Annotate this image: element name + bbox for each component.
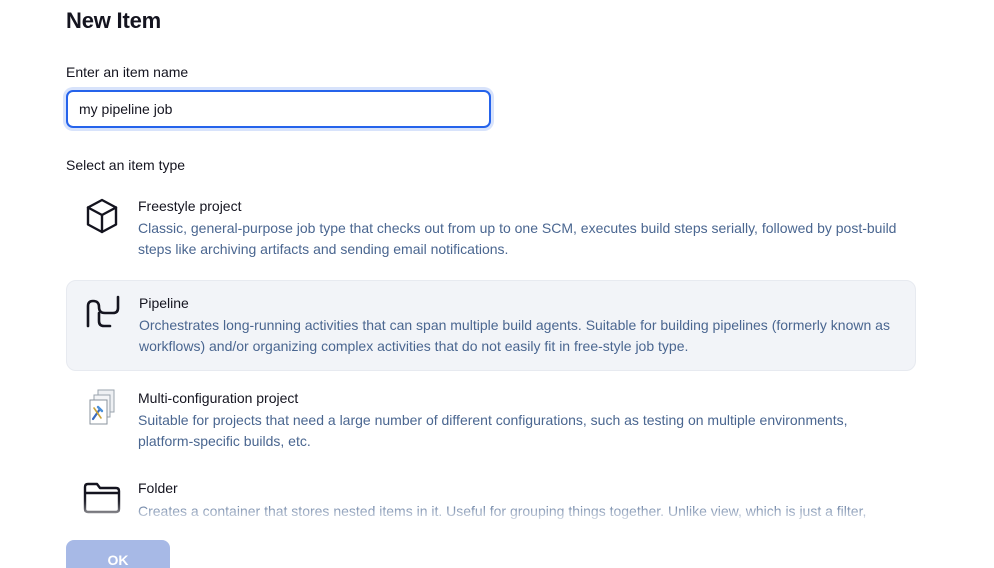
ok-button[interactable]: OK [66, 540, 170, 568]
item-name-label: Enter an item name [66, 64, 189, 80]
item-name-input[interactable] [66, 90, 491, 128]
item-type-title: Freestyle project [138, 198, 242, 214]
item-type-description: Orchestrates long-running activities tha… [139, 317, 890, 354]
item-type-description: Creates a container that stores nested i… [138, 503, 867, 519]
item-type-title: Multi-configuration project [138, 390, 299, 406]
new-item-page: New Item Enter an item name Select an it… [0, 0, 994, 568]
item-type-pipeline[interactable]: Pipeline Orchestrates long-running activ… [66, 280, 916, 371]
item-type-freestyle[interactable]: Freestyle project Classic, general-purpo… [66, 184, 916, 275]
item-type-description: Suitable for projects that need a large … [138, 412, 848, 449]
item-type-description: Classic, general-purpose job type that c… [138, 220, 897, 257]
page-title: New Item [66, 8, 161, 33]
item-type-title: Pipeline [139, 295, 189, 311]
item-type-label: Select an item type [66, 157, 186, 173]
item-type-list: Freestyle project Classic, general-purpo… [66, 184, 916, 568]
cube-icon [82, 196, 122, 236]
folder-icon [82, 478, 122, 518]
multi-config-icon [82, 388, 122, 428]
item-type-multi-config[interactable]: Multi-configuration project Suitable for… [66, 376, 916, 467]
item-type-title: Folder [138, 480, 178, 496]
pipeline-icon [83, 293, 123, 333]
